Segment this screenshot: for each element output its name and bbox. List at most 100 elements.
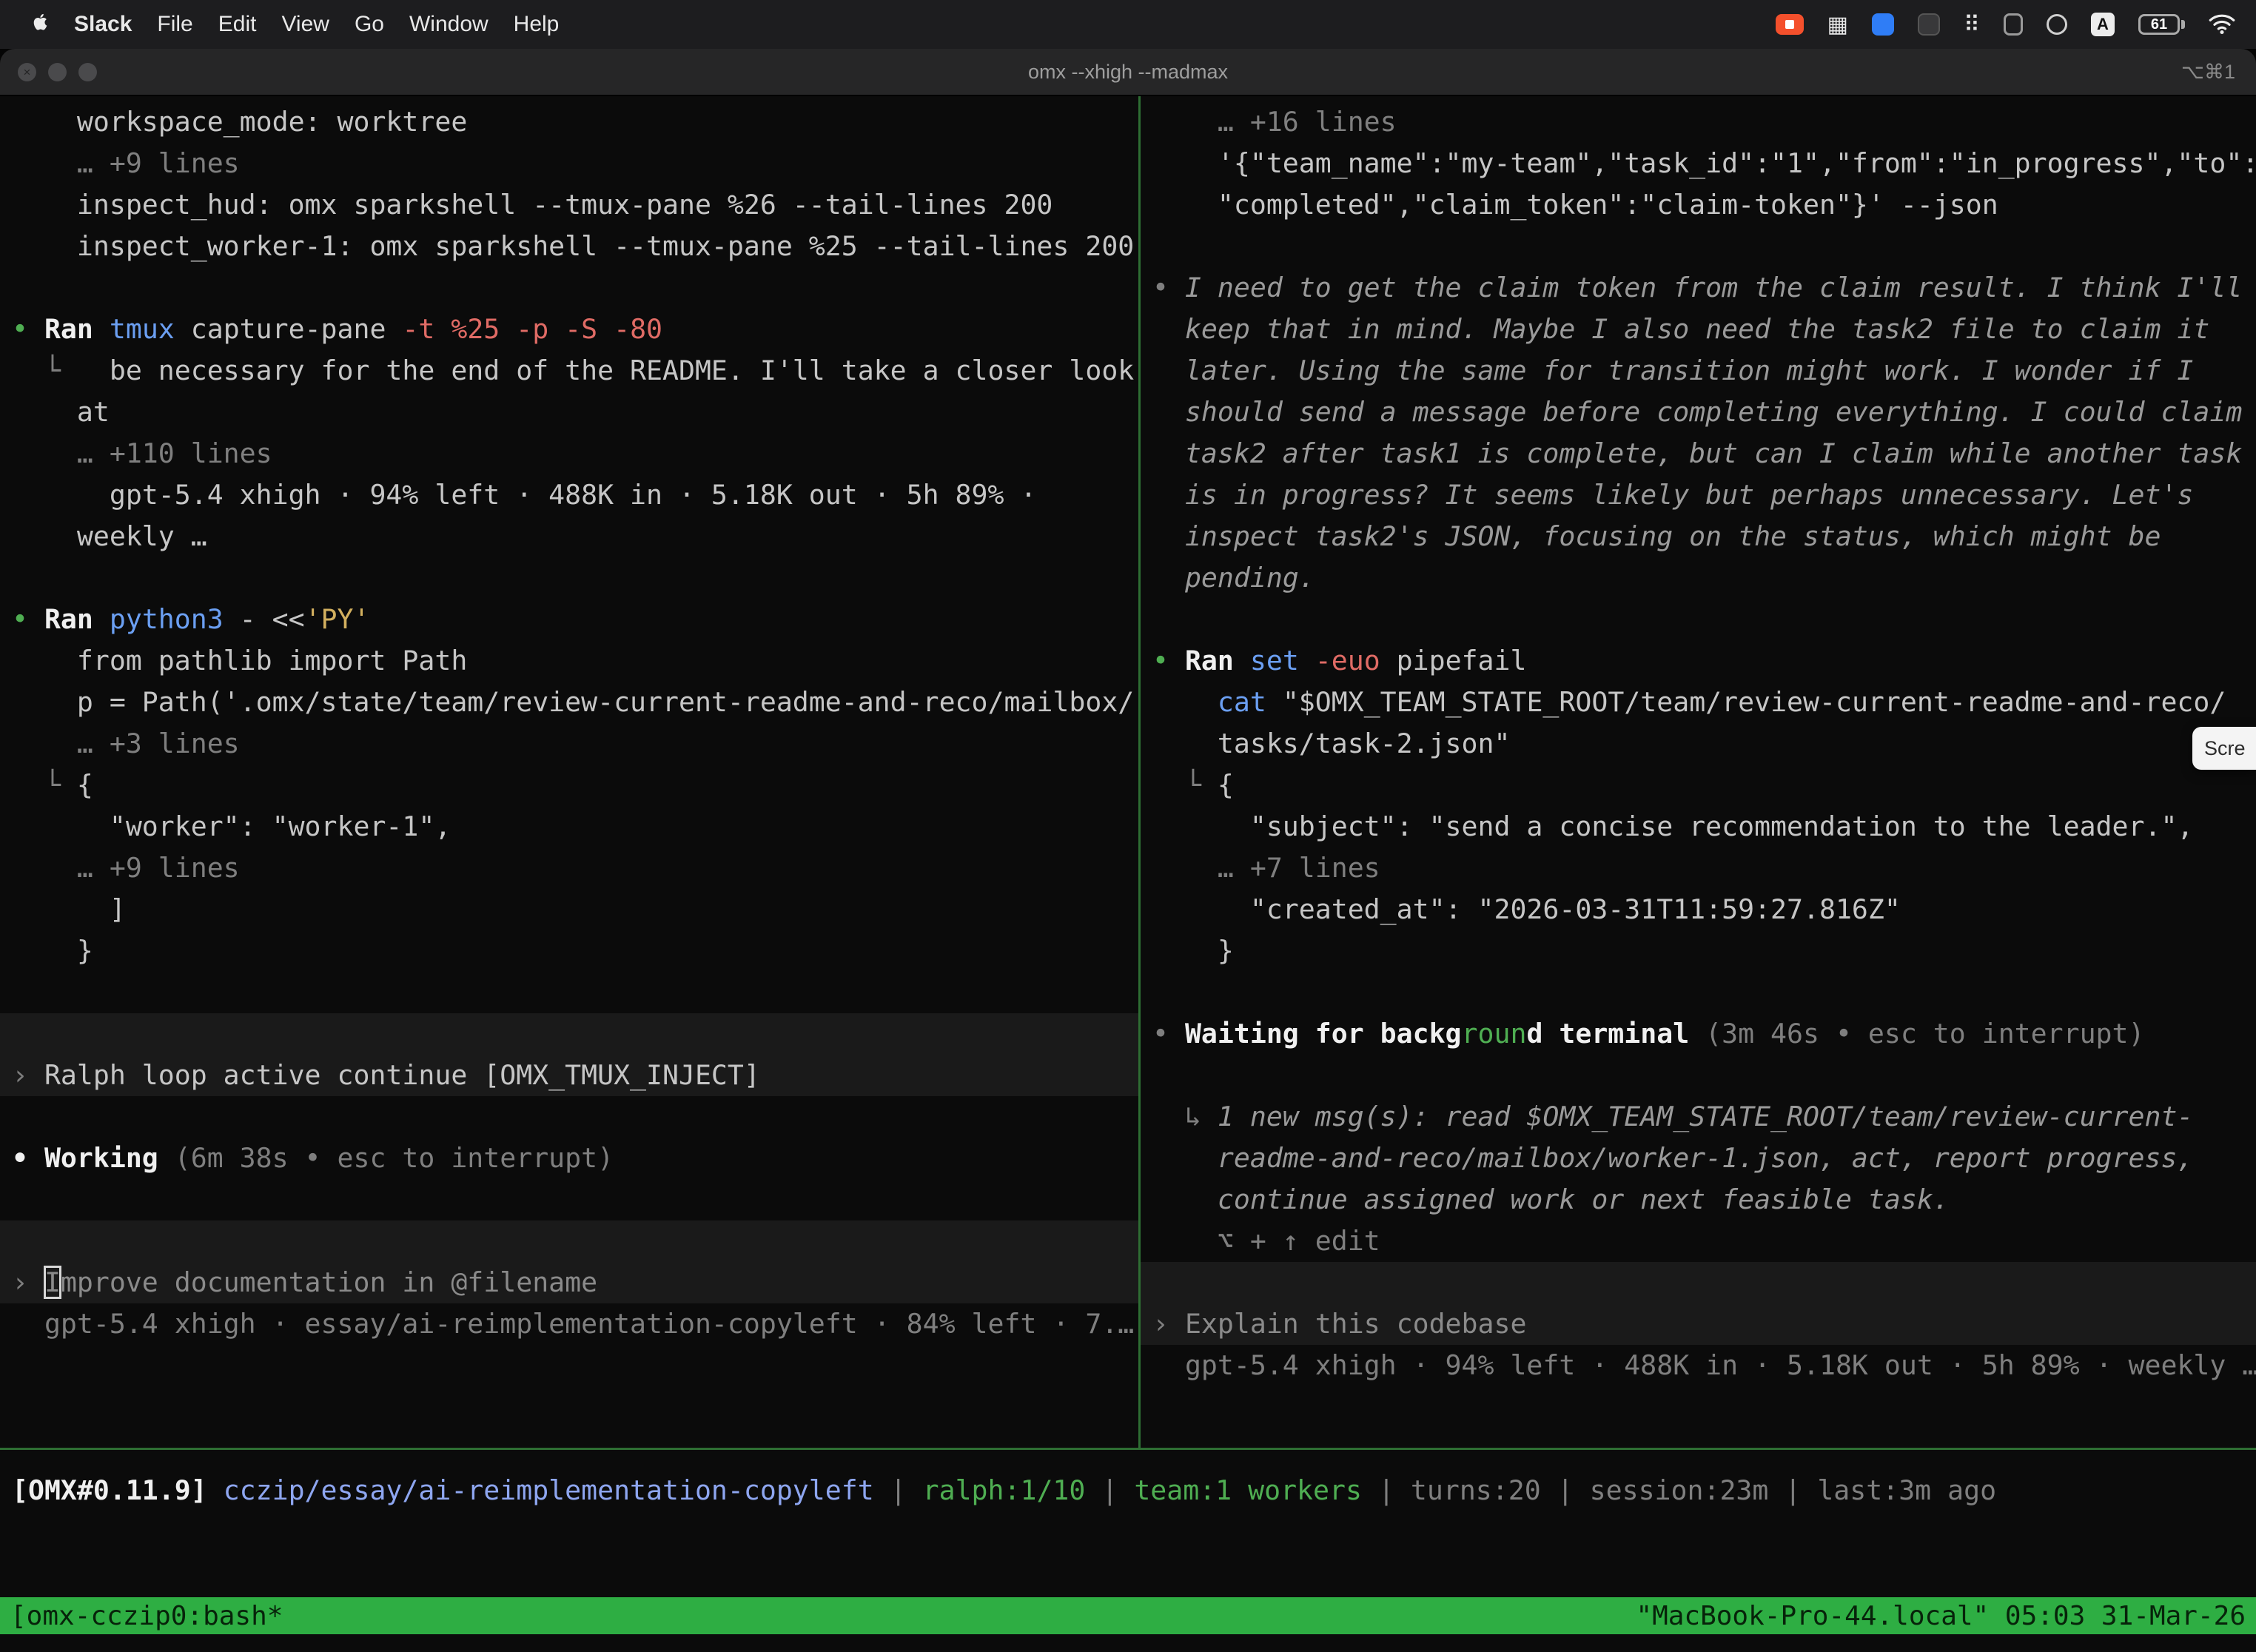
- terminal-line: [0, 267, 1138, 309]
- terminal-right-pane[interactable]: … +16 lines '{"team_name":"my-team","tas…: [1141, 96, 2256, 1448]
- prompt-suggestion-explain-codebase[interactable]: › Explain this codebase: [1141, 1262, 2256, 1345]
- terminal-line: "subject": "send a concise recommendatio…: [1141, 806, 2256, 847]
- terminal-left-pane[interactable]: workspace_mode: worktree … +9 lines insp…: [0, 96, 1138, 1448]
- terminal-line: p = Path('.omx/state/team/review-current…: [0, 682, 1138, 723]
- terminal-line: [0, 1179, 1138, 1220]
- terminal-line: "created_at": "2026-03-31T11:59:27.816Z": [1141, 889, 2256, 930]
- terminal-line: keep that in mind. Maybe I also need the…: [1141, 309, 2256, 350]
- window-controls: ×: [18, 49, 97, 95]
- menu-item-edit[interactable]: Edit: [206, 12, 269, 37]
- terminal-line: • Ran set -euo pipefail: [1141, 640, 2256, 682]
- terminal-line: [0, 1096, 1138, 1138]
- terminal-line: }: [0, 930, 1138, 972]
- terminal-line: • I need to get the claim token from the…: [1141, 267, 2256, 309]
- gauge-icon[interactable]: [2047, 14, 2067, 35]
- terminal-line: weekly …: [0, 516, 1138, 557]
- terminal-line: ]: [0, 889, 1138, 930]
- terminal-line: • Working (6m 38s • esc to interrupt): [0, 1138, 1138, 1179]
- menu-item-file[interactable]: File: [144, 12, 205, 37]
- terminal-line: └ {: [0, 765, 1138, 806]
- tmux-status-bar: [omx-cczip0:bash* "MacBook-Pro-44.local"…: [0, 1597, 2256, 1634]
- terminal-status-pane: [OMX#0.11.9] cczip/essay/ai-reimplementa…: [0, 1450, 2256, 1597]
- terminal-line: inspect_hud: omx sparkshell --tmux-pane …: [0, 184, 1138, 226]
- terminal-line: at: [0, 392, 1138, 433]
- terminal-line: gpt-5.4 xhigh · 94% left · 488K in · 5.1…: [0, 474, 1138, 516]
- battery-nub: [2181, 20, 2185, 29]
- terminal-line: • Waiting for background terminal (3m 46…: [1141, 1013, 2256, 1055]
- terminal-line: "worker": "worker-1",: [0, 806, 1138, 847]
- window-title: omx --xhigh --madmax: [1028, 61, 1228, 84]
- menu-item-view[interactable]: View: [269, 12, 341, 37]
- terminal-line: [0, 972, 1138, 1013]
- omx-status-line: [OMX#0.11.9] cczip/essay/ai-reimplementa…: [0, 1470, 2256, 1511]
- ghost-app-icon[interactable]: [2004, 13, 2023, 36]
- terminal-line: continue assigned work or next feasible …: [1141, 1179, 2256, 1220]
- menu-item-go[interactable]: Go: [342, 12, 397, 37]
- screen: Slack FileEditViewGoWindowHelp ▦ ⠿ A 61: [0, 0, 2256, 1652]
- menu-bar-left: Slack FileEditViewGoWindowHelp: [21, 10, 571, 40]
- terminal-line: ⌥ + ↑ edit: [1141, 1220, 2256, 1262]
- terminal-line: [1141, 226, 2256, 267]
- input-source-icon[interactable]: A: [2091, 13, 2115, 36]
- terminal-line: later. Using the same for transition mig…: [1141, 350, 2256, 392]
- terminal-line: └ {: [1141, 765, 2256, 806]
- terminal-line: … +9 lines: [0, 143, 1138, 184]
- terminal-line: is in progress? It seems likely but perh…: [1141, 474, 2256, 516]
- dots-grid-icon[interactable]: ⠿: [1964, 12, 1980, 38]
- terminal-line: … +7 lines: [1141, 847, 2256, 889]
- terminal-line: }: [1141, 930, 2256, 972]
- prompt-ralph-loop[interactable]: › Ralph loop active continue [OMX_TMUX_I…: [0, 1013, 1138, 1096]
- prompt-suggestion-improve-docs[interactable]: › Improve documentation in @filename: [0, 1220, 1138, 1303]
- zoom-button[interactable]: [78, 63, 97, 81]
- minimize-button[interactable]: [48, 63, 67, 81]
- terminal-line: workspace_mode: worktree: [0, 101, 1138, 143]
- terminal-line: gpt-5.4 xhigh · 94% left · 488K in · 5.1…: [1141, 1345, 2256, 1386]
- terminal-line: task2 after task1 is complete, but can I…: [1141, 433, 2256, 474]
- window-shortcut-hint: ⌥⌘1: [2181, 61, 2235, 84]
- terminal-line: readme-and-reco/mailbox/worker-1.json, a…: [1141, 1138, 2256, 1179]
- terminal-line: pending.: [1141, 557, 2256, 599]
- terminal-line: … +3 lines: [0, 723, 1138, 765]
- menu-bar: Slack FileEditViewGoWindowHelp ▦ ⠿ A 61: [0, 0, 2256, 49]
- terminal-line: inspect task2's JSON, focusing on the st…: [1141, 516, 2256, 557]
- terminal-window: × omx --xhigh --madmax ⌥⌘1 workspace_mod…: [0, 49, 2256, 1652]
- terminal-line: cat "$OMX_TEAM_STATE_ROOT/team/review-cu…: [1141, 682, 2256, 723]
- apple-menu[interactable]: [21, 10, 61, 40]
- tmux-host-clock: "MacBook-Pro-44.local" 05:03 31-Mar-26: [1636, 1601, 2246, 1631]
- terminal-line: [0, 557, 1138, 599]
- terminal-line: '{"team_name":"my-team","task_id":"1","f…: [1141, 143, 2256, 184]
- keyboard-icon[interactable]: ▦: [1827, 12, 1848, 38]
- close-button[interactable]: ×: [18, 63, 36, 81]
- terminal-line: should send a message before completing …: [1141, 392, 2256, 433]
- apple-icon: [31, 10, 51, 40]
- blue-app-icon[interactable]: [1872, 13, 1894, 36]
- terminal-line: ↳ 1 new msg(s): read $OMX_TEAM_STATE_ROO…: [1141, 1096, 2256, 1138]
- battery-body: 61: [2138, 14, 2180, 35]
- battery-indicator[interactable]: 61: [2138, 14, 2185, 35]
- menu-items: FileEditViewGoWindowHelp: [144, 12, 571, 37]
- wifi-icon[interactable]: [2209, 14, 2235, 35]
- menu-status-icons: ▦ ⠿ A 61: [1776, 12, 2235, 38]
- battery-percent: 61: [2151, 16, 2167, 33]
- terminal-line: from pathlib import Path: [0, 640, 1138, 682]
- dark-app-icon[interactable]: [1918, 13, 1940, 36]
- menu-item-help[interactable]: Help: [501, 12, 572, 37]
- screen-recording-indicator[interactable]: [1776, 14, 1804, 35]
- terminal-line: … +9 lines: [0, 847, 1138, 889]
- terminal-line: [1141, 972, 2256, 1013]
- terminal-line: … +16 lines: [1141, 101, 2256, 143]
- terminal-line: tasks/task-2.json": [1141, 723, 2256, 765]
- terminal-area: workspace_mode: worktree … +9 lines insp…: [0, 96, 2256, 1597]
- stop-square-icon: [1785, 20, 1794, 29]
- terminal-line: … +110 lines: [0, 433, 1138, 474]
- terminal-line: [1141, 1055, 2256, 1096]
- terminal-line: └ be necessary for the end of the README…: [0, 350, 1138, 392]
- menu-app-name[interactable]: Slack: [61, 12, 144, 37]
- terminal-line: • Ran tmux capture-pane -t %25 -p -S -80: [0, 309, 1138, 350]
- screen-capture-overlay: Scre: [2192, 727, 2256, 770]
- terminal-line: inspect_worker-1: omx sparkshell --tmux-…: [0, 226, 1138, 267]
- tmux-session-window: [omx-cczip0:bash*: [10, 1601, 283, 1631]
- menu-item-window[interactable]: Window: [397, 12, 501, 37]
- terminal-line: "completed","claim_token":"claim-token"}…: [1141, 184, 2256, 226]
- window-titlebar[interactable]: × omx --xhigh --madmax ⌥⌘1: [0, 49, 2256, 96]
